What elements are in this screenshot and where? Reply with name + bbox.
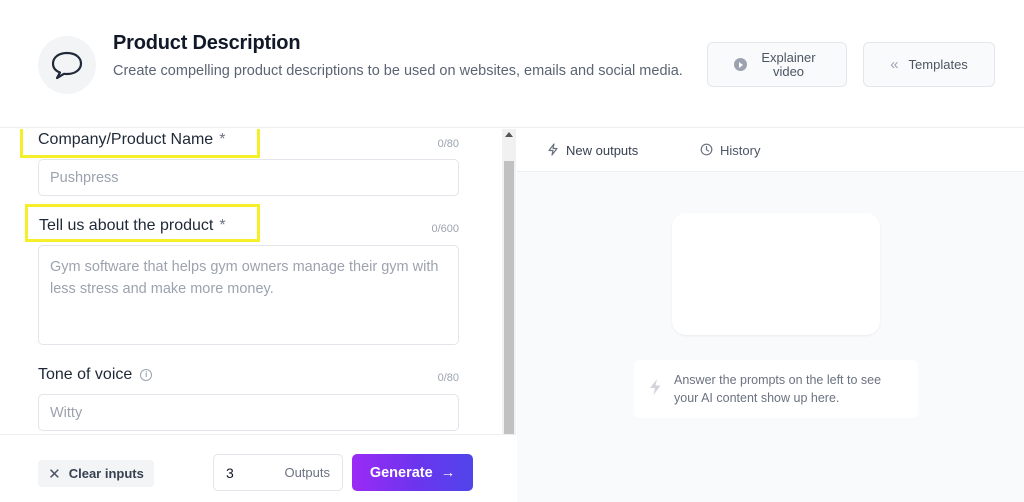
tone-of-voice-label-text: Tone of voice — [38, 366, 133, 383]
arrow-right-icon: → — [440, 464, 456, 481]
templates-label: Templates — [908, 57, 968, 72]
clock-icon — [700, 143, 713, 159]
product-description-label: Tell us about the product * — [39, 217, 226, 235]
product-description-label-text: Tell us about the product — [39, 217, 214, 234]
generate-label: Generate — [369, 464, 433, 481]
explainer-video-button[interactable]: Explainer video — [707, 42, 847, 87]
required-marker: * — [219, 217, 226, 234]
clear-inputs-button[interactable]: ✕ Clear inputs — [38, 460, 154, 487]
page-subtitle: Create compelling product descriptions t… — [113, 63, 683, 79]
required-marker: * — [219, 131, 226, 148]
tone-of-voice-input[interactable]: Witty — [38, 394, 459, 431]
close-icon: ✕ — [48, 465, 61, 483]
outputs-count-input[interactable]: 3 Outputs — [213, 454, 343, 491]
company-name-label-text: Company/Product Name — [38, 131, 214, 148]
empty-state-hint-text: Answer the prompts on the left to see yo… — [674, 373, 882, 405]
app-window: Product Description Create compelling pr… — [0, 0, 1024, 502]
company-name-label: Company/Product Name * — [38, 131, 225, 149]
explainer-video-label: Explainer video — [761, 49, 816, 79]
clear-inputs-label: Clear inputs — [68, 466, 144, 481]
tone-of-voice-counter: 0/80 — [437, 372, 459, 384]
templates-button[interactable]: « Templates — [863, 42, 995, 87]
company-name-placeholder: Pushpress — [50, 169, 119, 186]
product-description-counter: 0/600 — [431, 223, 459, 235]
tone-of-voice-label: Tone of voice i — [38, 366, 153, 384]
company-name-input[interactable]: Pushpress — [38, 159, 459, 196]
product-description-placeholder: Gym software that helps gym owners manag… — [50, 259, 439, 297]
lightning-icon — [648, 378, 662, 401]
output-placeholder-card — [672, 213, 880, 335]
generate-button[interactable]: Generate → — [352, 454, 473, 491]
form-scrollbar[interactable] — [502, 129, 516, 434]
output-panel: New outputs History Answer the prompts o… — [517, 129, 1024, 502]
lightning-icon — [547, 142, 559, 159]
page-header: Product Description Create compelling pr… — [0, 0, 1024, 128]
company-name-counter: 0/80 — [437, 138, 459, 150]
outputs-count-value: 3 — [226, 464, 234, 481]
form-footer: ✕ Clear inputs 3 Outputs Generate → — [0, 434, 516, 502]
output-tabs: New outputs History — [517, 129, 1024, 172]
outputs-unit-label: Outputs — [284, 465, 330, 480]
play-icon — [733, 58, 747, 71]
tab-new-outputs[interactable]: New outputs — [547, 129, 638, 172]
tab-history[interactable]: History — [700, 129, 760, 172]
info-icon[interactable]: i — [140, 368, 153, 381]
product-description-textarea[interactable]: Gym software that helps gym owners manag… — [38, 245, 459, 345]
scrollbar-thumb[interactable] — [504, 161, 514, 434]
empty-state-hint: Answer the prompts on the left to see yo… — [634, 360, 918, 418]
tab-history-label: History — [720, 143, 761, 158]
tab-new-outputs-label: New outputs — [566, 143, 639, 158]
page-title: Product Description — [113, 32, 301, 54]
double-chevron-left-icon: « — [890, 56, 899, 73]
tone-of-voice-placeholder: Witty — [50, 404, 83, 421]
chat-bubble-icon — [38, 36, 96, 94]
scroll-up-arrow-icon[interactable] — [505, 132, 513, 137]
